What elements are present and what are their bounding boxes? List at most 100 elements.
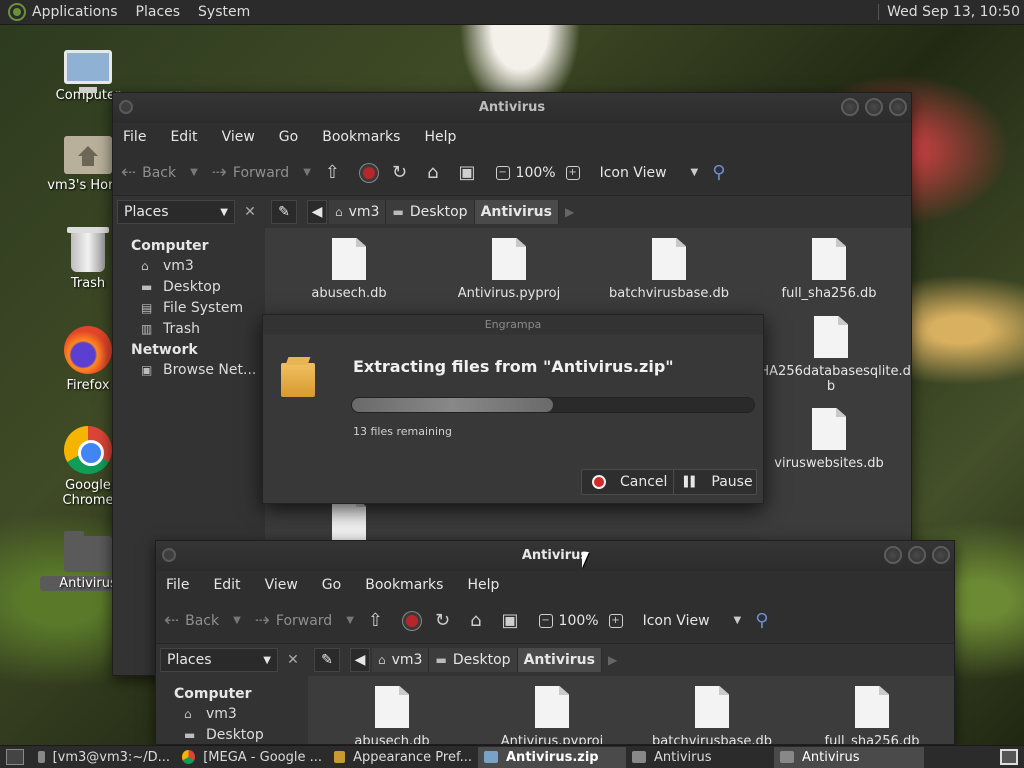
breadcrumb-desktop[interactable]: ▬ Desktop bbox=[386, 200, 475, 224]
chevron-down-icon[interactable]: ▼ bbox=[190, 167, 198, 178]
taskbar-item-appearance[interactable]: Appearance Pref... bbox=[328, 747, 478, 768]
maximize-button[interactable] bbox=[908, 546, 926, 564]
close-sidebar-icon[interactable]: ✕ bbox=[239, 204, 261, 220]
sidebar-type-select[interactable]: Places ▼ bbox=[117, 200, 235, 224]
breadcrumb-antivirus[interactable]: Antivirus bbox=[474, 200, 559, 224]
workspace-switcher[interactable] bbox=[1000, 749, 1018, 765]
file-item[interactable]: full_sha256.db bbox=[792, 686, 952, 744]
chevron-down-icon[interactable]: ▼ bbox=[233, 615, 241, 626]
zoom-control[interactable]: −100% + bbox=[495, 165, 586, 181]
file-item[interactable]: SHA256databasesqlite.db bbox=[749, 316, 911, 394]
file-manager-window-front[interactable]: Antivirus File Edit View Go Bookmarks He… bbox=[155, 540, 955, 745]
taskbar-item-folder[interactable]: Antivirus bbox=[774, 746, 924, 768]
menu-go[interactable]: Go bbox=[279, 129, 298, 145]
titlebar[interactable]: Antivirus bbox=[113, 93, 911, 123]
sidebar-item-vm3[interactable]: ⌂ vm3 bbox=[156, 704, 308, 725]
breadcrumb-vm3[interactable]: ⌂ vm3 bbox=[329, 200, 387, 224]
taskbar-item-archive[interactable]: Antivirus.zip bbox=[478, 746, 626, 768]
sidebar-item-trash[interactable]: ▥ Trash bbox=[113, 319, 265, 340]
file-item[interactable]: viruswebsites.db bbox=[749, 408, 909, 471]
sidebar-item-browse-network[interactable]: ▣ Browse Net... bbox=[113, 360, 265, 381]
stop-button[interactable] bbox=[403, 611, 421, 630]
stop-button[interactable] bbox=[360, 163, 378, 182]
file-item[interactable]: abusech.db bbox=[312, 686, 472, 744]
zoom-out-icon[interactable]: − bbox=[538, 613, 553, 628]
computer-button[interactable]: ▣ bbox=[502, 610, 525, 631]
up-button[interactable]: ⇧ bbox=[325, 162, 346, 183]
close-button[interactable] bbox=[889, 98, 907, 116]
sidebar-type-select[interactable]: Places ▼ bbox=[160, 648, 278, 672]
home-button[interactable]: ⌂ bbox=[427, 162, 444, 183]
menu-places[interactable]: Places bbox=[136, 4, 181, 20]
close-button[interactable] bbox=[932, 546, 950, 564]
reload-button[interactable]: ↻ bbox=[435, 610, 456, 631]
pause-button[interactable]: ▌▌ Pause bbox=[673, 469, 757, 495]
breadcrumb-vm3[interactable]: ⌂ vm3 bbox=[372, 648, 430, 672]
sidebar-item-desktop[interactable]: ▬ Desktop bbox=[113, 277, 265, 298]
menu-help[interactable]: Help bbox=[467, 577, 499, 593]
close-sidebar-icon[interactable]: ✕ bbox=[282, 652, 304, 668]
forward-button[interactable]: ⇢ Forward ▼ bbox=[212, 162, 311, 183]
zoom-in-icon[interactable]: + bbox=[565, 165, 580, 180]
menu-view[interactable]: View bbox=[222, 129, 255, 145]
breadcrumb-antivirus[interactable]: Antivirus bbox=[517, 648, 602, 672]
taskbar-item-terminal[interactable]: [vm3@vm3:~/D... bbox=[32, 747, 176, 768]
sidebar-item-desktop[interactable]: ▬ Desktop bbox=[156, 725, 308, 744]
clock[interactable]: Wed Sep 13, 10:50 bbox=[878, 4, 1020, 20]
minimize-button[interactable] bbox=[884, 546, 902, 564]
mate-logo-icon[interactable] bbox=[8, 3, 26, 21]
up-button[interactable]: ⇧ bbox=[368, 610, 389, 631]
titlebar[interactable]: Antivirus bbox=[156, 541, 954, 571]
file-item[interactable]: Antivirus.pyproj bbox=[429, 238, 589, 301]
breadcrumb-desktop[interactable]: ▬ Desktop bbox=[429, 648, 518, 672]
edit-location-icon[interactable]: ✎ bbox=[314, 648, 340, 672]
chevron-left-icon[interactable]: ◀ bbox=[307, 200, 327, 224]
reload-button[interactable]: ↻ bbox=[392, 162, 413, 183]
zoom-out-icon[interactable]: − bbox=[495, 165, 510, 180]
menu-applications[interactable]: Applications bbox=[32, 4, 118, 20]
show-desktop-icon[interactable] bbox=[6, 749, 24, 765]
chevron-right-icon[interactable]: ▶ bbox=[565, 205, 574, 219]
menu-bookmarks[interactable]: Bookmarks bbox=[365, 577, 443, 593]
menu-bookmarks[interactable]: Bookmarks bbox=[322, 129, 400, 145]
back-button[interactable]: ⇠ Back ▼ bbox=[164, 610, 241, 631]
menu-edit[interactable]: Edit bbox=[170, 129, 197, 145]
file-item[interactable]: batchvirusbase.db bbox=[589, 238, 749, 301]
chevron-left-icon[interactable]: ◀ bbox=[350, 648, 370, 672]
chevron-down-icon[interactable]: ▼ bbox=[346, 615, 354, 626]
chevron-right-icon[interactable]: ▶ bbox=[608, 653, 617, 667]
menu-go[interactable]: Go bbox=[322, 577, 341, 593]
back-button[interactable]: ⇠ Back ▼ bbox=[121, 162, 198, 183]
forward-button[interactable]: ⇢ Forward ▼ bbox=[255, 610, 354, 631]
menu-edit[interactable]: Edit bbox=[213, 577, 240, 593]
menu-system[interactable]: System bbox=[198, 4, 250, 20]
zoom-control[interactable]: −100% + bbox=[538, 613, 629, 629]
view-mode-select[interactable]: Icon View ▼ bbox=[600, 165, 699, 181]
file-item[interactable]: batchvirusbase.db bbox=[632, 686, 792, 744]
search-button[interactable]: ⚲ bbox=[712, 162, 731, 183]
view-mode-select[interactable]: Icon View ▼ bbox=[643, 613, 742, 629]
menu-file[interactable]: File bbox=[123, 129, 146, 145]
menu-help[interactable]: Help bbox=[424, 129, 456, 145]
taskbar-item-folder[interactable]: Antivirus bbox=[626, 747, 774, 768]
file-area[interactable]: abusech.db Antivirus.pyproj batchvirusba… bbox=[308, 676, 954, 744]
sidebar-item-vm3[interactable]: ⌂ vm3 bbox=[113, 256, 265, 277]
file-item[interactable]: Antivirus.pyproj bbox=[472, 686, 632, 744]
computer-button[interactable]: ▣ bbox=[459, 162, 482, 183]
cancel-button[interactable]: Cancel bbox=[581, 469, 683, 495]
menu-view[interactable]: View bbox=[265, 577, 298, 593]
file-item[interactable]: full_sha256.db bbox=[749, 238, 909, 301]
taskbar-item-chrome[interactable]: [MEGA - Google ... bbox=[176, 747, 328, 768]
file-item[interactable] bbox=[269, 498, 429, 546]
chevron-down-icon[interactable]: ▼ bbox=[303, 167, 311, 178]
search-button[interactable]: ⚲ bbox=[755, 610, 774, 631]
minimize-button[interactable] bbox=[841, 98, 859, 116]
edit-location-icon[interactable]: ✎ bbox=[271, 200, 297, 224]
extract-progress-dialog[interactable]: Engrampa Extracting files from "Antiviru… bbox=[262, 314, 764, 504]
menu-file[interactable]: File bbox=[166, 577, 189, 593]
sidebar-item-file-system[interactable]: ▤ File System bbox=[113, 298, 265, 319]
zoom-in-icon[interactable]: + bbox=[608, 613, 623, 628]
home-button[interactable]: ⌂ bbox=[470, 610, 487, 631]
file-item[interactable]: abusech.db bbox=[269, 238, 429, 301]
maximize-button[interactable] bbox=[865, 98, 883, 116]
